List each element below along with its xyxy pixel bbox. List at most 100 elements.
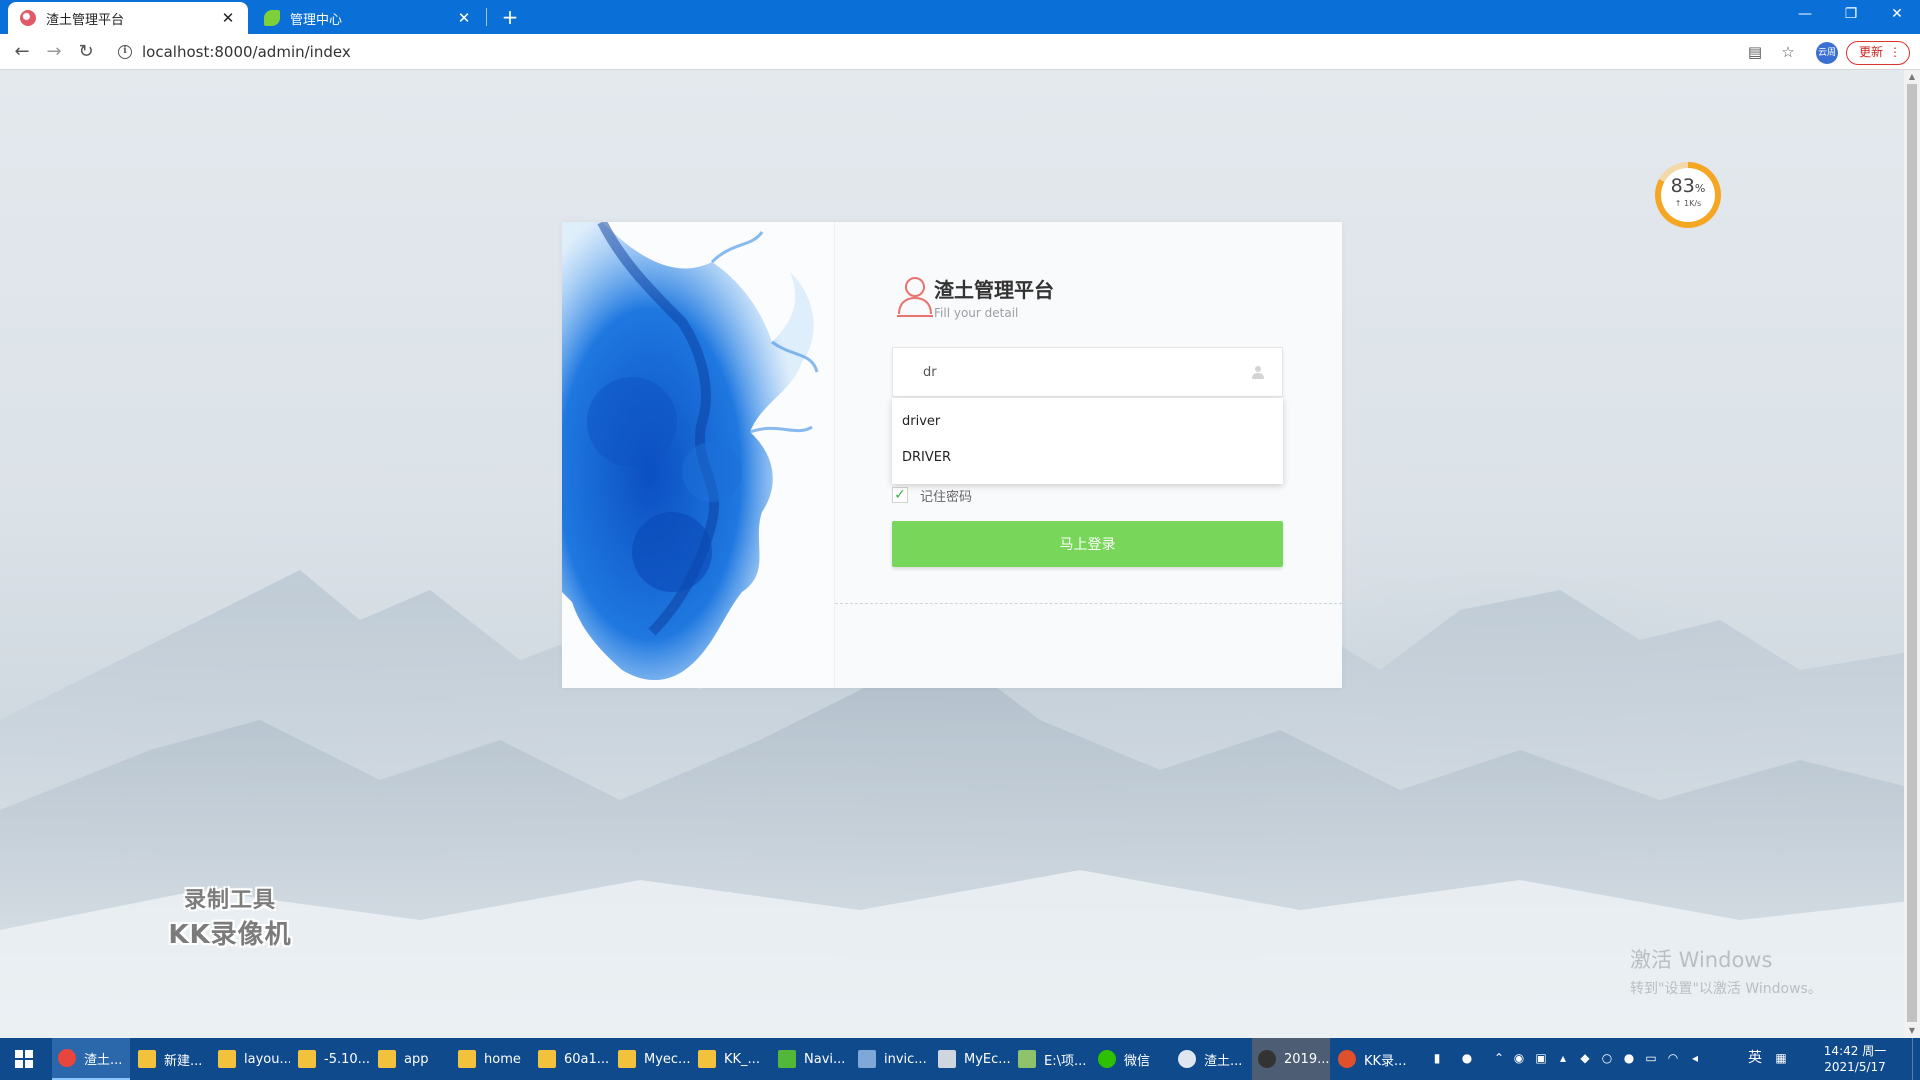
taskbar-app-2[interactable]: layou...	[212, 1038, 290, 1080]
taskbar-app-7[interactable]: Myec...	[612, 1038, 690, 1080]
volume-icon[interactable]: ◂	[1686, 1049, 1704, 1067]
taskbar-app-label: home	[484, 1051, 521, 1067]
start-button[interactable]	[0, 1038, 48, 1080]
ime-indicator[interactable]: 英	[1746, 1049, 1764, 1067]
reload-icon[interactable]: ↻	[74, 40, 98, 64]
username-field[interactable]	[892, 347, 1283, 397]
taskbar-app-label: KK_...	[724, 1051, 760, 1067]
recorder-icon	[1258, 1050, 1276, 1068]
taskbar-app-5[interactable]: home	[452, 1038, 530, 1080]
chat-icon	[1178, 1050, 1196, 1068]
tray-orange-icon[interactable]: ●	[1458, 1049, 1476, 1067]
profile-avatar[interactable]: 云周	[1816, 42, 1838, 64]
speed-percent-value: 83	[1670, 175, 1695, 197]
notepad-icon	[1018, 1050, 1036, 1068]
folder-icon	[458, 1050, 476, 1068]
remember-checkbox[interactable]: ✓	[892, 487, 908, 503]
url-text[interactable]: localhost:8000/admin/index	[142, 43, 351, 61]
taskbar-app-label: 60a1...	[564, 1051, 610, 1067]
scroll-up-icon[interactable]: ▲	[1904, 70, 1920, 84]
taskbar-app-label: layou...	[244, 1051, 290, 1067]
battery-icon[interactable]: ▮	[1428, 1049, 1446, 1067]
autocomplete-option[interactable]: DRIVER	[892, 440, 1283, 476]
user-icon	[1252, 366, 1264, 379]
translate-icon[interactable]: ▤	[1745, 42, 1765, 62]
taskbar-app-8[interactable]: KK_...	[692, 1038, 770, 1080]
taskbar-app-10[interactable]: invic...	[852, 1038, 930, 1080]
update-label: 更新	[1859, 45, 1884, 59]
clock-date: 2021/5/17	[1824, 1060, 1886, 1074]
system-clock[interactable]: 14:42 周一 2021/5/17	[1810, 1043, 1900, 1075]
tray-shield-icon[interactable]: ◆	[1576, 1049, 1594, 1067]
tab-zhatu-platform[interactable]: 渣土管理平台 ✕	[8, 2, 248, 34]
taskbar-app-label: invic...	[884, 1051, 927, 1067]
tab-title: 渣土管理平台	[46, 12, 125, 28]
taskbar-app-16[interactable]: KK录...	[1332, 1038, 1410, 1080]
star-icon[interactable]: ☆	[1778, 42, 1798, 62]
dashed-divider	[835, 603, 1342, 604]
taskbar-app-11[interactable]: MyEc...	[932, 1038, 1010, 1080]
taskbar-app-13[interactable]: 微信	[1092, 1038, 1170, 1080]
tab-close-icon[interactable]: ✕	[456, 9, 472, 27]
taskbar-app-4[interactable]: app	[372, 1038, 450, 1080]
taskbar-app-3[interactable]: -5.10...	[292, 1038, 370, 1080]
update-button[interactable]: 更新 ⋮	[1846, 41, 1910, 65]
page-scrollbar[interactable]: ▲ ▼	[1904, 70, 1920, 1038]
speed-percent-sign: %	[1694, 182, 1706, 195]
taskbar-app-label: -5.10...	[324, 1051, 370, 1067]
taskbar-app-label: 2019...	[1284, 1051, 1330, 1067]
login-button[interactable]: 马上登录	[892, 521, 1283, 567]
windows-logo-icon	[15, 1050, 33, 1068]
folder-icon	[218, 1050, 236, 1068]
login-form: 渣土管理平台 Fill your detail driver DRIVER ✓ …	[835, 222, 1342, 688]
tray-app-icon[interactable]: ◉	[1510, 1049, 1528, 1067]
taskbar-app-label: MyEc...	[964, 1051, 1010, 1067]
username-input[interactable]	[923, 358, 1243, 386]
folder-icon	[378, 1050, 396, 1068]
show-desktop-button[interactable]	[1912, 1038, 1920, 1080]
folder-icon	[618, 1050, 636, 1068]
wechat-tray-icon[interactable]: ●	[1620, 1049, 1638, 1067]
taskbar-app-label: KK录...	[1364, 1053, 1407, 1069]
tab-separator	[486, 8, 487, 26]
tab-close-icon[interactable]: ✕	[220, 9, 236, 27]
address-bar[interactable]: i localhost:8000/admin/index	[110, 38, 1750, 66]
browser-toolbar: ← → ↻ i localhost:8000/admin/index ▤ ☆ 云…	[0, 34, 1920, 70]
notification-icon[interactable]: ▴	[1554, 1049, 1572, 1067]
scroll-thumb[interactable]	[1907, 84, 1917, 1022]
restore-icon[interactable]: ❐	[1828, 0, 1874, 30]
taskbar-app-label: Myec...	[644, 1051, 690, 1067]
remember-password[interactable]: ✓ 记住密码	[892, 486, 972, 505]
tray-blue-icon[interactable]: ○	[1598, 1049, 1616, 1067]
tab-favicon-icon	[264, 10, 280, 26]
scroll-down-icon[interactable]: ▼	[1904, 1024, 1920, 1038]
taskbar-app-9[interactable]: Navi...	[772, 1038, 850, 1080]
new-tab-button[interactable]: +	[498, 5, 522, 29]
close-icon[interactable]: ✕	[1874, 0, 1920, 30]
taskbar-app-12[interactable]: E:\项...	[1012, 1038, 1090, 1080]
back-icon[interactable]: ←	[10, 40, 34, 64]
network-speed-widget[interactable]: 83% ↑ 1K/s	[1655, 162, 1721, 228]
taskbar-app-1[interactable]: 新建...	[132, 1038, 210, 1080]
watermark-line1: 录制工具	[183, 888, 276, 913]
tray-monitor-icon[interactable]: ▣	[1532, 1049, 1550, 1067]
forward-icon[interactable]: →	[42, 40, 66, 64]
autocomplete-option[interactable]: driver	[892, 404, 1283, 440]
info-icon[interactable]: i	[118, 45, 132, 59]
network-icon[interactable]: ◠	[1664, 1049, 1682, 1067]
blue-ink-image	[562, 222, 819, 681]
keyboard-icon[interactable]: ▦	[1772, 1049, 1790, 1067]
taskbar-app-15[interactable]: 2019...	[1252, 1038, 1330, 1080]
tab-admin-center[interactable]: 管理中心 ✕	[252, 2, 484, 34]
taskbar-app-6[interactable]: 60a1...	[532, 1038, 610, 1080]
taskbar-app-label: 渣土...	[1204, 1053, 1243, 1069]
taskbar-app-0[interactable]: 渣土...	[52, 1038, 130, 1080]
tray-expand-icon[interactable]: ⌃	[1490, 1049, 1508, 1067]
tray-device-icon[interactable]: ▭	[1642, 1049, 1660, 1067]
taskbar-app-label: 渣土...	[84, 1052, 123, 1068]
clock-time: 14:42 周一	[1823, 1044, 1887, 1058]
taskbar-app-14[interactable]: 渣土...	[1172, 1038, 1250, 1080]
taskbar-app-label: E:\项...	[1044, 1053, 1087, 1069]
minimize-icon[interactable]: —	[1782, 0, 1828, 30]
kk-recorder-watermark: 录制工具 KK录像机	[160, 882, 300, 951]
